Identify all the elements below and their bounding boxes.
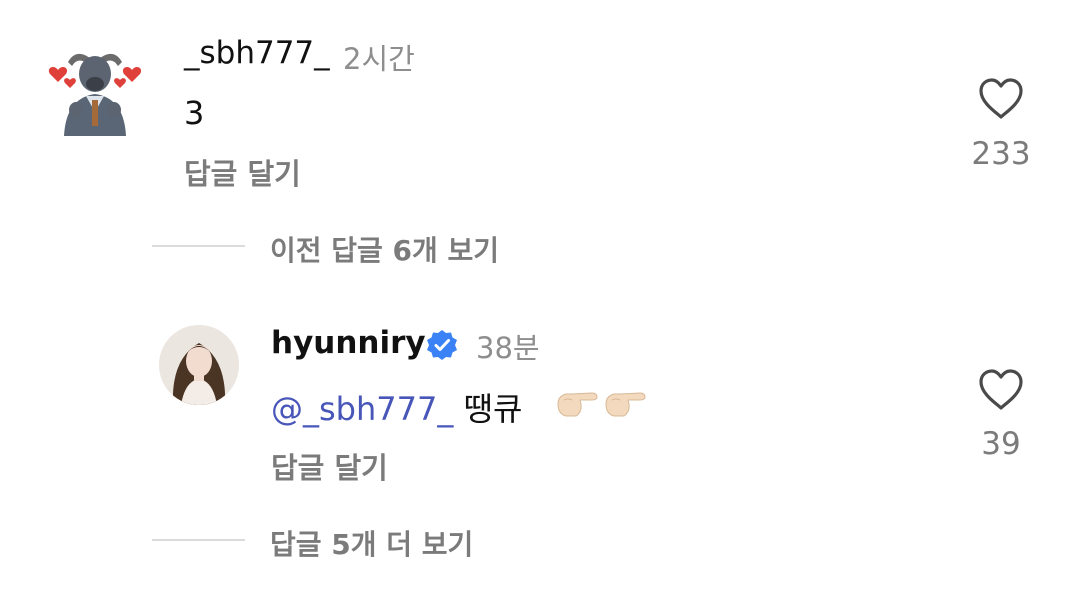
reply-button[interactable]: 답글 달기: [184, 151, 301, 193]
mention-link[interactable]: @_sbh777_: [271, 390, 453, 428]
buffalo-hearts-avatar-icon: [46, 40, 144, 138]
comment-username[interactable]: _sbh777_: [184, 35, 330, 71]
like-count: 39: [981, 426, 1021, 462]
reply-message: 땡큐: [463, 390, 523, 428]
heart-icon: [979, 369, 1023, 410]
pointing-hand-icon: [557, 392, 598, 417]
view-previous-replies-button[interactable]: 이전 답글 6개 보기: [270, 229, 499, 269]
reply-button[interactable]: 답글 달기: [271, 445, 388, 487]
reply-username[interactable]: hyunniry: [271, 325, 426, 361]
pointing-hand-icon: [605, 392, 646, 417]
like-button[interactable]: [977, 77, 1025, 121]
divider: [152, 245, 245, 247]
view-more-replies-button[interactable]: 답글 5개 더 보기: [270, 523, 473, 563]
like-button[interactable]: [977, 368, 1025, 412]
reply-text: @_sbh777_ 땡큐: [271, 384, 522, 430]
woman-portrait-avatar-icon: [159, 325, 239, 405]
reply-timestamp: 38분: [476, 331, 540, 365]
comments-thread: _sbh777_ 2시간 3 답글 달기 233 이전 답글 6개 보기 hyu…: [0, 0, 1080, 599]
avatar[interactable]: [159, 325, 239, 405]
comment-text: 3: [184, 94, 205, 132]
verified-badge-icon: [425, 328, 459, 362]
avatar[interactable]: [46, 40, 144, 138]
heart-icon: [979, 78, 1023, 119]
divider: [152, 539, 245, 541]
comment-timestamp: 2시간: [343, 42, 415, 76]
pointing-hand-emoji: [554, 382, 646, 422]
like-count: 233: [971, 136, 1031, 172]
